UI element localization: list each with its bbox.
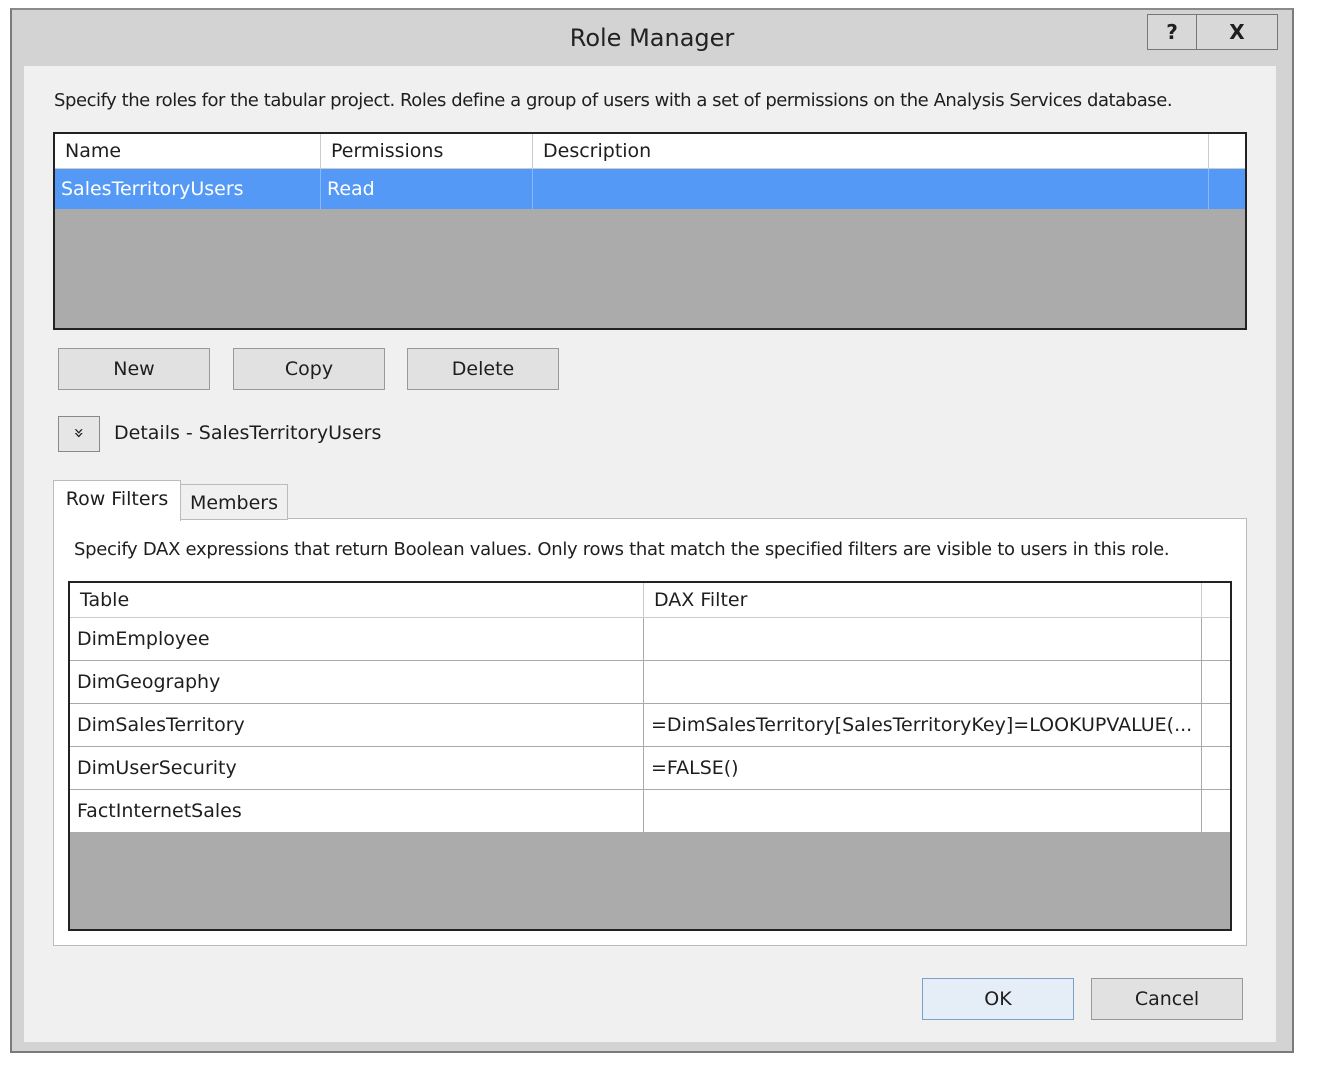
help-button[interactable]: ? [1147, 14, 1197, 50]
filter-table: DimUserSecurity [70, 747, 644, 789]
filter-dax-cell[interactable] [644, 661, 1202, 703]
dialog-content: Specify the roles for the tabular projec… [24, 66, 1276, 1042]
roles-header: Name Permissions Description [55, 134, 1245, 169]
copy-button[interactable]: Copy [233, 348, 385, 390]
filter-table: DimSalesTerritory [70, 704, 644, 746]
tab-members[interactable]: Members [180, 484, 288, 520]
row-filters-grid: Table DAX Filter DimEmployee DimGeography… [68, 581, 1232, 931]
row-end-cell [1202, 790, 1230, 832]
column-dax-filter[interactable]: DAX Filter [644, 583, 1202, 617]
row-end-cell [1202, 618, 1230, 660]
filter-row[interactable]: DimUserSecurity =FALSE() [70, 747, 1230, 790]
expand-details-button[interactable]: » [58, 416, 100, 452]
role-description[interactable] [533, 169, 1209, 209]
filter-table: DimGeography [70, 661, 644, 703]
role-name[interactable]: SalesTerritoryUsers [55, 169, 321, 209]
column-table[interactable]: Table [70, 583, 644, 617]
filter-row[interactable]: DimGeography [70, 661, 1230, 704]
column-name[interactable]: Name [55, 134, 321, 168]
row-end-cell [1202, 747, 1230, 789]
ok-button[interactable]: OK [922, 978, 1074, 1020]
role-permissions[interactable]: Read [321, 169, 533, 209]
column-permissions[interactable]: Permissions [321, 134, 533, 168]
filter-dax-cell[interactable]: =DimSalesTerritory[SalesTerritoryKey]=LO… [644, 704, 1202, 746]
row-end-cell [1202, 661, 1230, 703]
filters-header: Table DAX Filter [70, 583, 1230, 618]
details-label: Details - SalesTerritoryUsers [114, 422, 382, 444]
double-chevron-down-icon: » [68, 427, 90, 439]
role-manager-dialog: Role Manager ? X Specify the roles for t… [10, 8, 1294, 1053]
cancel-button[interactable]: Cancel [1091, 978, 1243, 1020]
tab-row-filters[interactable]: Row Filters [53, 480, 181, 521]
filter-dax-cell[interactable] [644, 618, 1202, 660]
close-button[interactable]: X [1196, 14, 1278, 50]
row-filters-intro: Specify DAX expressions that return Bool… [74, 539, 1170, 560]
filter-table: DimEmployee [70, 618, 644, 660]
filter-row[interactable]: DimSalesTerritory =DimSalesTerritory[Sale… [70, 704, 1230, 747]
filter-dax-cell[interactable] [644, 790, 1202, 832]
role-row[interactable]: SalesTerritoryUsers Read [55, 169, 1245, 209]
filter-table: FactInternetSales [70, 790, 644, 832]
filter-row[interactable]: FactInternetSales [70, 790, 1230, 833]
roles-grid: Name Permissions Description SalesTerrit… [53, 132, 1247, 330]
tab-panel: Specify DAX expressions that return Bool… [53, 518, 1247, 946]
column-description[interactable]: Description [533, 134, 1209, 168]
new-button[interactable]: New [58, 348, 210, 390]
row-end-cell [1202, 704, 1230, 746]
filter-row[interactable]: DimEmployee [70, 618, 1230, 661]
delete-button[interactable]: Delete [407, 348, 559, 390]
filter-dax-cell[interactable]: =FALSE() [644, 747, 1202, 789]
dialog-title: Role Manager [569, 24, 735, 52]
intro-text: Specify the roles for the tabular projec… [54, 90, 1173, 111]
